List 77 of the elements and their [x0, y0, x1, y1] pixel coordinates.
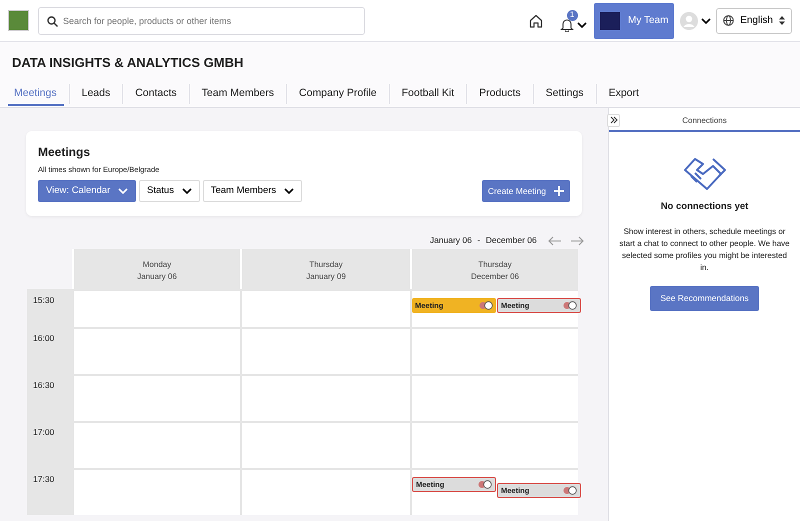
previous-button[interactable] [548, 236, 562, 246]
logo-photo-placeholder [8, 10, 29, 31]
globe-icon [723, 15, 734, 26]
calendar-cell[interactable] [240, 470, 410, 516]
date-label: January 06 [136, 271, 178, 284]
profile-button[interactable] [680, 12, 711, 30]
filter-dropdown[interactable]: Team Members [202, 180, 302, 202]
collapse-button[interactable] [607, 114, 620, 126]
caret-icon [700, 18, 711, 24]
create-meeting-button[interactable]: Create Meeting [482, 180, 570, 202]
calendar-cell[interactable] [72, 470, 240, 516]
nav-tab[interactable]: Meetings [2, 84, 70, 104]
chevron-down-icon [118, 188, 128, 194]
nav-tab[interactable]: Team Members [190, 84, 288, 104]
time-label: 16:30 [27, 376, 72, 422]
caret-icon [576, 22, 587, 28]
arrow-left-icon [548, 236, 562, 246]
nav-tab[interactable]: Company Profile [287, 84, 390, 104]
weekday-label: Thursday [308, 259, 344, 272]
company-name: DATA INSIGHTS & ANALYTICS GMBH [11, 54, 244, 72]
nav-tab[interactable]: Football Kit [390, 84, 468, 104]
calendar-cell[interactable] [72, 423, 240, 468]
date-label: January 09 [305, 271, 347, 284]
attendees-icon [479, 301, 493, 310]
date-range-separator: - [477, 234, 480, 248]
notification-count: 1 [566, 10, 578, 20]
home-button[interactable] [529, 14, 544, 28]
sort-icon [779, 16, 785, 25]
handshake-icon [682, 156, 726, 192]
time-label: 15:30 [27, 291, 72, 328]
time-label: 17:30 [27, 470, 72, 516]
empty-state-heading: No connections yet [660, 200, 748, 214]
weekday-label: Monday [142, 259, 172, 272]
calendar-cell[interactable] [72, 291, 240, 328]
team-photo-placeholder [600, 12, 620, 30]
search-icon [47, 16, 58, 26]
calendar-cell[interactable] [240, 423, 410, 468]
filter-dropdown[interactable]: View: Calendar [38, 180, 136, 202]
attendees-icon [563, 486, 577, 496]
weekday-label: Thursday [477, 259, 513, 272]
notifications-button[interactable]: 1 [560, 10, 589, 32]
filter-dropdown[interactable]: Status [139, 180, 200, 202]
my-team-button[interactable]: My Team [594, 2, 674, 38]
calendar-cell[interactable] [410, 329, 578, 374]
empty-state-text: Show interest in others, schedule meetings or start a chat to connect to other people. We have selected some profiles you might be interested in. [618, 226, 791, 274]
nav-tab[interactable]: Settings [534, 84, 597, 104]
nav-tab[interactable]: Export [596, 84, 651, 104]
double-chevron-right-icon [610, 116, 618, 124]
search-field[interactable]: Search for people, products or other items [38, 6, 365, 34]
date-range-start: January 06 [430, 234, 472, 248]
nav-tab[interactable]: Products [467, 84, 534, 104]
chevron-down-icon [284, 188, 294, 194]
calendar-cell[interactable] [240, 376, 410, 422]
see-recommendations-button[interactable]: See Recommendations [650, 286, 759, 311]
chevron-down-icon [182, 188, 192, 194]
nav-tab[interactable]: Contacts [123, 84, 190, 104]
calendar-cell[interactable] [72, 329, 240, 374]
arrow-right-icon [570, 236, 584, 246]
language-select[interactable]: English [716, 8, 792, 34]
date-label: December 06 [470, 271, 520, 284]
calendar-cell[interactable] [240, 329, 410, 374]
time-label: 17:00 [27, 423, 72, 468]
calendar-cell[interactable] [410, 376, 578, 422]
avatar-icon [680, 12, 698, 30]
next-button[interactable] [570, 236, 584, 246]
nav-tab[interactable]: Leads [70, 84, 124, 104]
attendees-icon [478, 480, 492, 490]
card-title: Meetings [38, 144, 92, 160]
time-label: 16:00 [27, 329, 72, 374]
home-icon [529, 14, 544, 28]
date-range-end: December 06 [486, 234, 537, 248]
calendar-cell[interactable] [72, 376, 240, 422]
attendees-icon [563, 301, 577, 310]
calendar-cell[interactable] [240, 291, 410, 328]
plus-icon [554, 186, 564, 196]
bell-icon [560, 18, 574, 32]
calendar-cell[interactable] [410, 423, 578, 468]
